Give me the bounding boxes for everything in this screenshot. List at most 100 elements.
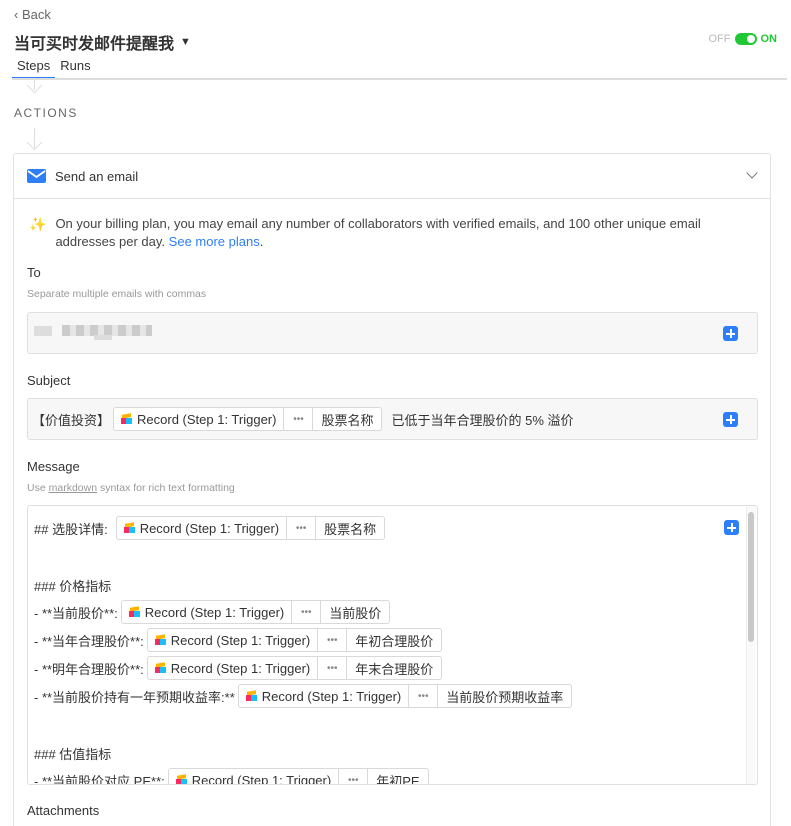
- line-text: ### 价格指标: [34, 579, 112, 594]
- airtable-logo-icon: [123, 521, 135, 534]
- action-header[interactable]: Send an email: [14, 154, 770, 199]
- airtable-logo-icon: [154, 661, 166, 674]
- more-icon[interactable]: •••: [409, 685, 439, 707]
- token-record: Record (Step 1: Trigger): [117, 517, 288, 539]
- more-icon[interactable]: •••: [318, 629, 348, 651]
- insert-field-button[interactable]: [723, 326, 738, 341]
- billing-notice: ✨ On your billing plan, you may email an…: [29, 215, 749, 251]
- back-link[interactable]: ‹ Back: [14, 7, 51, 22]
- airtable-logo-icon: [245, 689, 257, 702]
- toggle-switch[interactable]: [734, 33, 757, 45]
- see-more-plans-link[interactable]: See more plans: [169, 234, 260, 249]
- action-card: Send an email ✨ On your billing plan, yo…: [13, 153, 771, 826]
- record-token[interactable]: Record (Step 1: Trigger) ••• 股票名称: [115, 516, 386, 540]
- token-record-label: Record (Step 1: Trigger): [261, 688, 402, 704]
- tab-divider: [12, 78, 787, 80]
- line-text: ## 选股详情:: [34, 521, 108, 537]
- notice-suffix: .: [259, 234, 264, 249]
- token-record: Record (Step 1: Trigger): [148, 629, 319, 651]
- token-field-label: 年初合理股价: [355, 633, 434, 649]
- more-icon[interactable]: •••: [284, 408, 314, 430]
- automation-name: 当可买时发邮件提醒我: [14, 36, 175, 53]
- line-text: - **当年合理股价**:: [34, 633, 144, 649]
- record-token[interactable]: Record (Step 1: Trigger) ••• 股票名称: [113, 407, 383, 431]
- chevron-left-icon: ‹: [14, 7, 19, 22]
- caret-down-icon[interactable]: ▼: [180, 36, 191, 48]
- record-token[interactable]: Record (Step 1: Trigger) ••• 当前股价: [120, 600, 391, 624]
- token-field-label: 年初PE: [376, 773, 420, 785]
- token-record: Record (Step 1: Trigger): [169, 769, 340, 785]
- record-token[interactable]: Record (Step 1: Trigger) ••• 年末合理股价: [146, 656, 443, 680]
- token-field-label: 股票名称: [324, 521, 377, 537]
- message-hint: Use markdown syntax for rich text format…: [27, 482, 235, 494]
- airtable-logo-icon: [175, 773, 187, 784]
- subject-field[interactable]: 【价值投资】 Record (Step 1: Trigger) ••• 股票名称…: [27, 398, 758, 440]
- message-line: ### 估值指标: [34, 744, 111, 763]
- more-icon[interactable]: •••: [318, 657, 348, 679]
- airtable-logo-icon: [154, 633, 166, 646]
- more-icon[interactable]: •••: [339, 769, 369, 784]
- token-field-label: 当前股价: [329, 605, 382, 621]
- to-field[interactable]: [27, 312, 758, 354]
- message-line: - **明年合理股价**: Record (Step 1: Trigger) •…: [34, 656, 445, 680]
- line-text: ### 估值指标: [34, 747, 112, 762]
- subject-content: 【价值投资】 Record (Step 1: Trigger) ••• 股票名称…: [32, 407, 574, 431]
- tab-bar: Steps Runs: [12, 58, 96, 79]
- record-token[interactable]: Record (Step 1: Trigger) ••• 当前股价预期收益率: [237, 684, 573, 708]
- token-record-label: Record (Step 1: Trigger): [137, 411, 277, 427]
- subject-prefix: 【价值投资】: [32, 412, 111, 428]
- scrollbar-thumb[interactable]: [748, 512, 754, 642]
- automation-toggle[interactable]: OFF ON: [708, 33, 778, 45]
- message-line: - **当前股价**: Record (Step 1: Trigger) •••…: [34, 600, 393, 624]
- record-token[interactable]: Record (Step 1: Trigger) ••• 年初PE: [167, 768, 429, 785]
- envelope-icon: [27, 169, 46, 183]
- token-record: Record (Step 1: Trigger): [114, 408, 285, 430]
- message-line: - **当前股价对应 PE**: Record (Step 1: Trigger…: [34, 768, 432, 785]
- tab-steps[interactable]: Steps: [12, 58, 56, 79]
- line-text: - **当前股价持有一年预期收益率:**: [34, 689, 235, 705]
- insert-field-button[interactable]: [724, 520, 739, 535]
- token-record: Record (Step 1: Trigger): [239, 685, 410, 707]
- attachments-label: Attachments: [27, 803, 100, 818]
- message-line: - **当年合理股价**: Record (Step 1: Trigger) •…: [34, 628, 445, 652]
- message-field[interactable]: ## 选股详情: Record (Step 1: Trigger) ••• 股票…: [27, 505, 758, 785]
- markdown-link[interactable]: markdown: [49, 482, 97, 494]
- more-icon[interactable]: •••: [287, 517, 317, 539]
- more-icon[interactable]: •••: [292, 601, 322, 623]
- toggle-off-label: OFF: [708, 33, 731, 45]
- to-label: To: [27, 265, 41, 280]
- token-record-label: Record (Step 1: Trigger): [170, 632, 311, 648]
- record-token[interactable]: Record (Step 1: Trigger) ••• 年初合理股价: [146, 628, 443, 652]
- message-line: ### 价格指标: [34, 576, 111, 595]
- hint-pre: Use: [27, 482, 46, 494]
- token-field-label: 年末合理股价: [355, 661, 434, 677]
- action-title: Send an email: [55, 168, 139, 184]
- notice-body: On your billing plan, you may email any …: [55, 216, 701, 249]
- token-record: Record (Step 1: Trigger): [148, 657, 319, 679]
- chevron-down-icon[interactable]: [746, 167, 758, 179]
- section-label: ACTIONS: [14, 106, 78, 120]
- insert-field-button[interactable]: [723, 412, 738, 427]
- token-record: Record (Step 1: Trigger): [122, 601, 293, 623]
- back-label: Back: [21, 7, 51, 22]
- toggle-on-label: ON: [760, 33, 778, 45]
- line-text: - **当前股价**:: [34, 605, 118, 621]
- token-record-label: Record (Step 1: Trigger): [191, 772, 332, 785]
- message-line: ## 选股详情: Record (Step 1: Trigger) ••• 股票…: [34, 516, 388, 540]
- page-title: 当可买时发邮件提醒我 ▼: [14, 30, 191, 54]
- line-text: - **明年合理股价**:: [34, 661, 144, 677]
- toggle-knob: [746, 35, 755, 43]
- to-hint: Separate multiple emails with commas: [27, 288, 207, 300]
- message-label: Message: [27, 459, 80, 474]
- subject-suffix: 已低于当年合理股价的 5% 溢价: [391, 412, 574, 428]
- notice-text: On your billing plan, you may email any …: [55, 215, 749, 251]
- token-field-label: 股票名称: [321, 412, 374, 428]
- token-field-label: 当前股价预期收益率: [446, 689, 564, 705]
- redacted-email: [94, 335, 112, 340]
- token-record-label: Record (Step 1: Trigger): [139, 520, 280, 536]
- airtable-logo-icon: [121, 412, 133, 425]
- line-text: - **当前股价对应 PE**:: [34, 773, 165, 785]
- subject-label: Subject: [27, 373, 71, 388]
- tab-runs[interactable]: Runs: [55, 58, 95, 79]
- arrow-down-icon: [26, 134, 43, 151]
